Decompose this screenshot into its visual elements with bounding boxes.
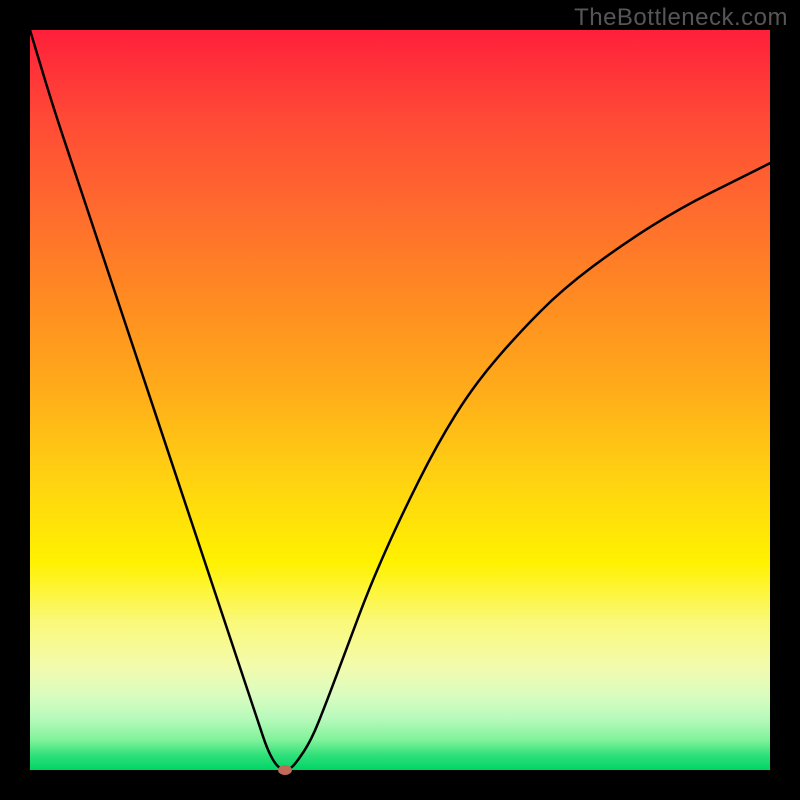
chart-stage: TheBottleneck.com (0, 0, 800, 800)
bottleneck-curve (30, 30, 770, 770)
watermark-label: TheBottleneck.com (574, 4, 788, 32)
curve-path (30, 30, 770, 770)
minimum-marker (278, 765, 292, 775)
